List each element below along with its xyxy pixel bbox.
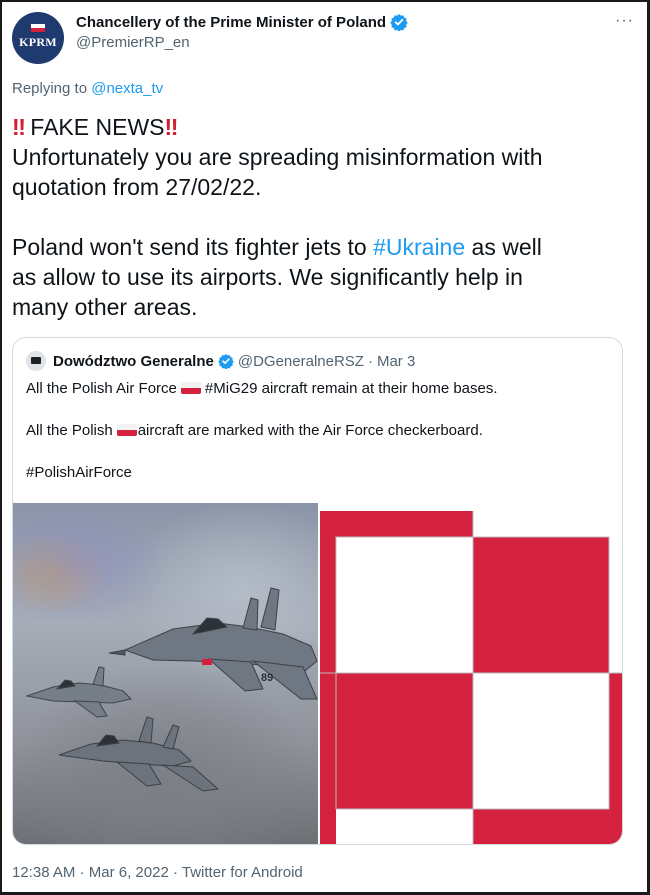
- quoted-date[interactable]: Mar 3: [377, 353, 415, 370]
- quoted-line: All the Polish Air Force #MiG29 aircraft …: [26, 379, 616, 399]
- tweet-text-fragment: as well: [465, 234, 542, 260]
- separator: ·: [367, 352, 373, 370]
- tweet-metadata: 12:38 AM · Mar 6, 2022 · Twitter for And…: [12, 864, 303, 881]
- quoted-text-fragment: #MiG29 aircraft remain at their home bas…: [204, 380, 498, 397]
- verified-badge-icon: [218, 354, 234, 369]
- tweet-line: many other areas.: [12, 294, 198, 320]
- quoted-text-fragment: aircraft are marked with the Air Force c…: [137, 422, 483, 439]
- quoted-display-name[interactable]: Dowództwo Generalne: [53, 353, 214, 370]
- tweet-text: ‼ FAKE NEWS‼ Unfortunately you are sprea…: [12, 112, 632, 322]
- avatar-logo-text: KPRM: [19, 35, 57, 49]
- author-names: Chancellery of the Prime Minister of Pol…: [76, 12, 408, 51]
- quoted-avatar[interactable]: [26, 351, 46, 371]
- tweet-line: Poland won't send its fighter jets to #U…: [12, 232, 632, 262]
- quoted-tweet-header: Dowództwo Generalne @DGeneralneRSZ · Mar…: [26, 351, 415, 371]
- quoted-tweet[interactable]: Dowództwo Generalne @DGeneralneRSZ · Mar…: [12, 337, 623, 845]
- tweet-text-fragment: Poland won't send its fighter jets to: [12, 234, 374, 260]
- poland-flag-icon: [180, 382, 201, 394]
- quoted-handle[interactable]: @DGeneralneRSZ: [238, 353, 364, 370]
- hashtag-link[interactable]: #Ukraine: [373, 234, 465, 260]
- quoted-media: 89: [13, 503, 622, 844]
- checkerboard-graphic: [320, 503, 622, 844]
- separator: ·: [172, 864, 178, 881]
- fighter-jets-illustration: 89: [25, 587, 318, 792]
- replying-to: Replying to @nexta_tv: [12, 80, 163, 97]
- verified-badge-icon: [390, 14, 408, 31]
- quoted-tweet-text: All the Polish Air Force #MiG29 aircraft …: [26, 379, 616, 483]
- author-handle[interactable]: @PremierRP_en: [76, 34, 408, 51]
- tweet-line: as allow to use its airports. We signifi…: [12, 264, 523, 290]
- tweet-line: quotation from 27/02/22.: [12, 174, 262, 200]
- double-exclamation-icon: ‼: [164, 114, 179, 140]
- tweet-date[interactable]: Mar 6, 2022: [89, 864, 169, 881]
- replying-to-prefix: Replying to: [12, 80, 88, 97]
- poland-flag-icon: [31, 24, 45, 32]
- avatar[interactable]: KPRM: [12, 12, 64, 64]
- separator: ·: [79, 864, 85, 881]
- tweet-header: KPRM Chancellery of the Prime Minister o…: [12, 12, 638, 64]
- tweet-time[interactable]: 12:38 AM: [12, 864, 75, 881]
- quoted-text-fragment: All the Polish Air Force: [26, 380, 177, 397]
- quoted-hashtag[interactable]: #PolishAirForce: [26, 463, 616, 483]
- tweet-headline: FAKE NEWS: [30, 114, 165, 140]
- quoted-text-fragment: All the Polish: [26, 422, 113, 439]
- replying-to-link[interactable]: @nexta_tv: [91, 80, 163, 97]
- double-exclamation-icon: ‼: [12, 114, 26, 140]
- quoted-line: All the Polish aircraft are marked with t…: [26, 421, 616, 441]
- tweet-line: Unfortunately you are spreading misinfor…: [12, 144, 543, 170]
- aircraft-tail-number: 89: [261, 672, 273, 684]
- author-display-name[interactable]: Chancellery of the Prime Minister of Pol…: [76, 14, 386, 31]
- fighter-jets-photo[interactable]: 89: [13, 503, 318, 844]
- more-options-icon[interactable]: ···: [615, 12, 634, 30]
- checkerboard-insignia[interactable]: [320, 503, 622, 844]
- tweet-source[interactable]: Twitter for Android: [182, 864, 303, 881]
- tweet-headline-line: ‼ FAKE NEWS‼: [12, 112, 632, 142]
- poland-flag-icon: [116, 424, 137, 436]
